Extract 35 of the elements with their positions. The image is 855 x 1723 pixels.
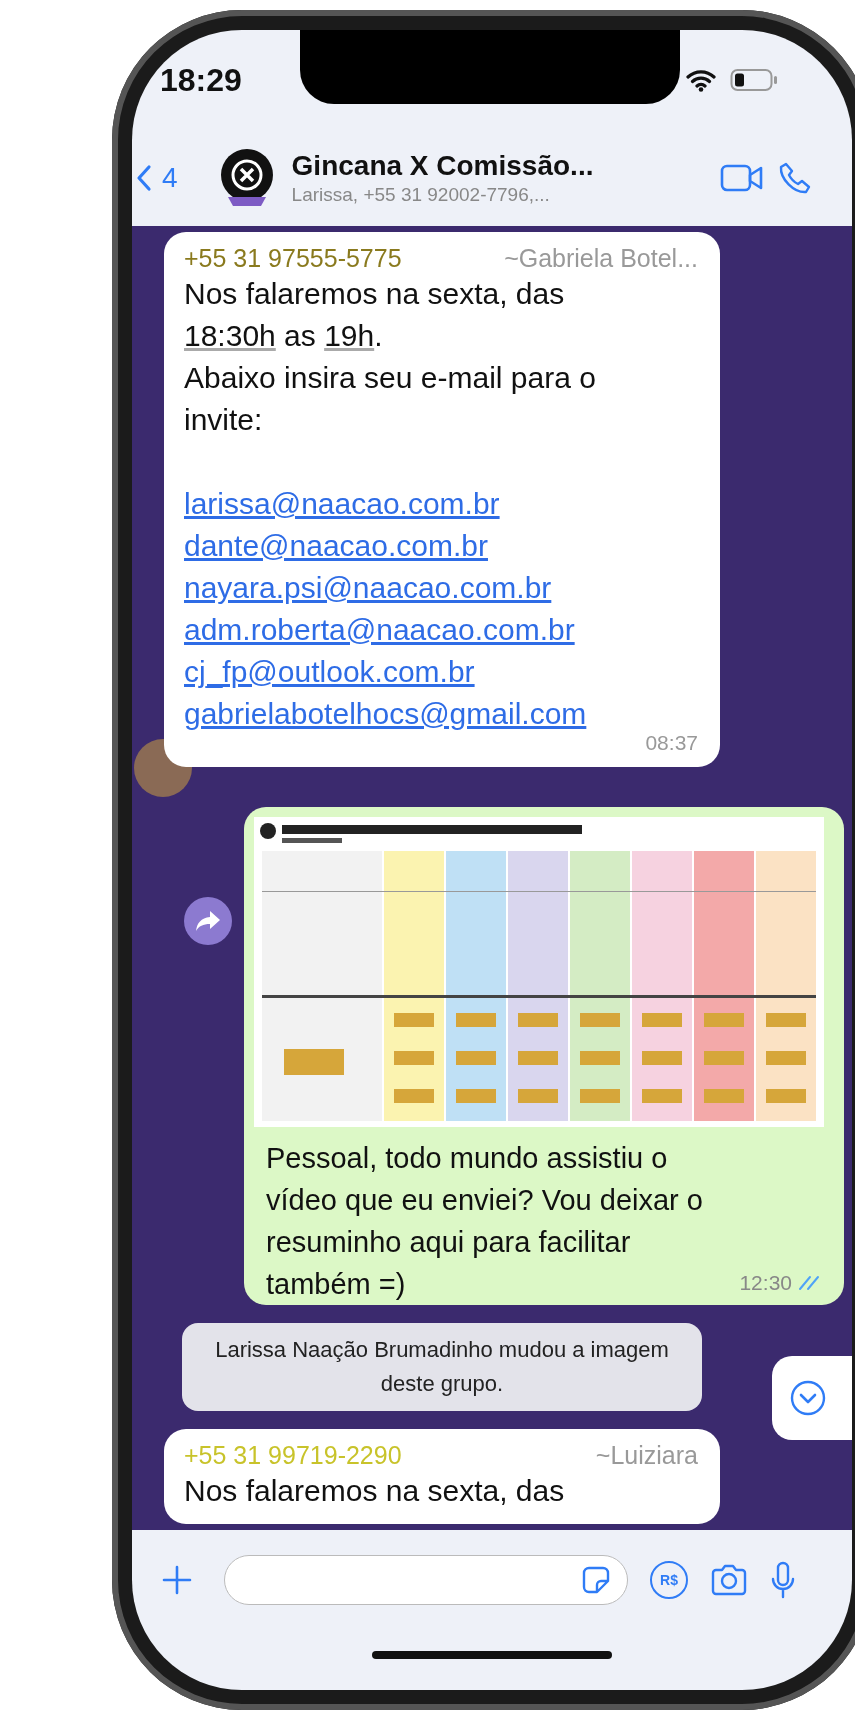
group-title[interactable]: Gincana X Comissão... bbox=[291, 150, 706, 182]
chevron-left-icon[interactable] bbox=[136, 164, 152, 192]
plus-icon[interactable] bbox=[162, 1565, 192, 1595]
email-link[interactable]: larissa@naacao.com.br bbox=[184, 483, 698, 525]
share-arrow-icon[interactable] bbox=[195, 910, 221, 932]
message-text: Abaixo insira seu e-mail para o invite: bbox=[184, 360, 597, 438]
group-members: Larissa, +55 31 92002-7796,... bbox=[291, 184, 551, 206]
phone-call-icon[interactable] bbox=[778, 161, 812, 195]
message-text: Nos falaremos na sexta, das bbox=[184, 1473, 566, 1509]
sender-name: ~Luiziara bbox=[595, 1441, 698, 1470]
system-message: Larissa Naação Brumadinho mudou a imagem deste grupo. bbox=[182, 1323, 702, 1411]
sticker-icon[interactable] bbox=[581, 1565, 611, 1595]
message-input-field[interactable] bbox=[224, 1555, 628, 1605]
email-link[interactable]: adm.roberta@naacao.com.br bbox=[184, 609, 698, 651]
status-time: 18:29 bbox=[160, 61, 242, 99]
message-time: 12:30 bbox=[739, 1271, 792, 1295]
scroll-down-button[interactable] bbox=[772, 1356, 852, 1440]
email-link[interactable]: nayara.psi@naacao.com.br bbox=[184, 567, 698, 609]
video-call-icon[interactable] bbox=[720, 163, 764, 193]
camera-icon[interactable] bbox=[710, 1564, 748, 1596]
battery-icon bbox=[730, 68, 778, 92]
wifi-icon bbox=[686, 68, 716, 92]
message-text: 18:30h as 19h. bbox=[184, 318, 384, 354]
back-button[interactable]: 4 bbox=[136, 162, 188, 194]
forward-button[interactable] bbox=[184, 897, 232, 945]
payment-button[interactable]: R$ bbox=[650, 1561, 688, 1599]
microphone-icon[interactable] bbox=[770, 1561, 796, 1599]
sender-phone[interactable]: +55 31 97555-5775 bbox=[184, 244, 402, 273]
email-link[interactable]: dante@naacao.com.br bbox=[184, 525, 698, 567]
message-text: Pessoal, todo mundo assistiu o vídeo que eu enviei? Vou deixar o resuminho aqui para facilitar também =) bbox=[266, 1141, 704, 1302]
email-link[interactable]: cj_fp@outlook.com.br bbox=[184, 651, 698, 693]
chevron-down-icon[interactable] bbox=[790, 1380, 826, 1416]
sender-name: ~Gabriela Botel... bbox=[504, 244, 698, 273]
infographic-image[interactable] bbox=[254, 817, 824, 1127]
message-text: Nos falaremos na sexta, das bbox=[184, 276, 566, 312]
